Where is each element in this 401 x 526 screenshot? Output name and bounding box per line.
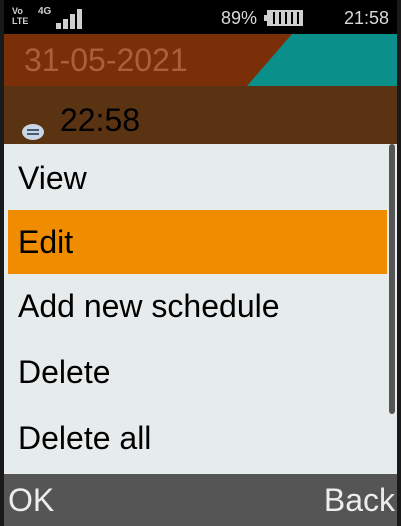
status-bar: Vo LTE 4G 89% 21:58	[4, 0, 397, 34]
volte-icon: Vo LTE	[12, 6, 29, 26]
date-header: 31-05-2021	[4, 34, 397, 86]
schedule-date: 31-05-2021	[24, 42, 188, 78]
signal-bar	[63, 19, 68, 29]
phone-screen: Vo LTE 4G 89% 21:58 31-05-2021 22:58 View…	[4, 0, 397, 526]
options-menu: View Edit Add new schedule Delete Delete…	[4, 144, 397, 474]
message-bubble-icon	[22, 124, 44, 140]
event-row[interactable]: 22:58	[4, 86, 397, 146]
menu-scrollbar[interactable]	[388, 144, 396, 474]
battery-icon	[264, 10, 303, 26]
menu-item-view[interactable]: View	[8, 146, 387, 210]
signal-strength-icon: 4G	[38, 6, 82, 29]
menu-scroll-thumb[interactable]	[389, 144, 395, 414]
menu-item-edit[interactable]: Edit	[8, 210, 387, 274]
softkey-bar: OK Back	[4, 474, 397, 526]
battery-percent: 89%	[220, 8, 257, 28]
menu-item-delete[interactable]: Delete	[8, 340, 387, 404]
menu-item-delete-all[interactable]: Delete all	[8, 406, 387, 470]
ok-softkey[interactable]: OK	[8, 482, 54, 519]
signal-bar	[77, 9, 82, 29]
back-softkey[interactable]: Back	[324, 482, 395, 519]
date-header-accent	[247, 34, 397, 86]
menu-item-add-new-schedule[interactable]: Add new schedule	[8, 274, 387, 338]
signal-bar	[70, 14, 75, 29]
signal-bar	[56, 23, 61, 29]
event-time: 22:58	[60, 102, 141, 138]
network-type-label: 4G	[38, 6, 52, 17]
status-clock: 21:58	[343, 8, 389, 28]
